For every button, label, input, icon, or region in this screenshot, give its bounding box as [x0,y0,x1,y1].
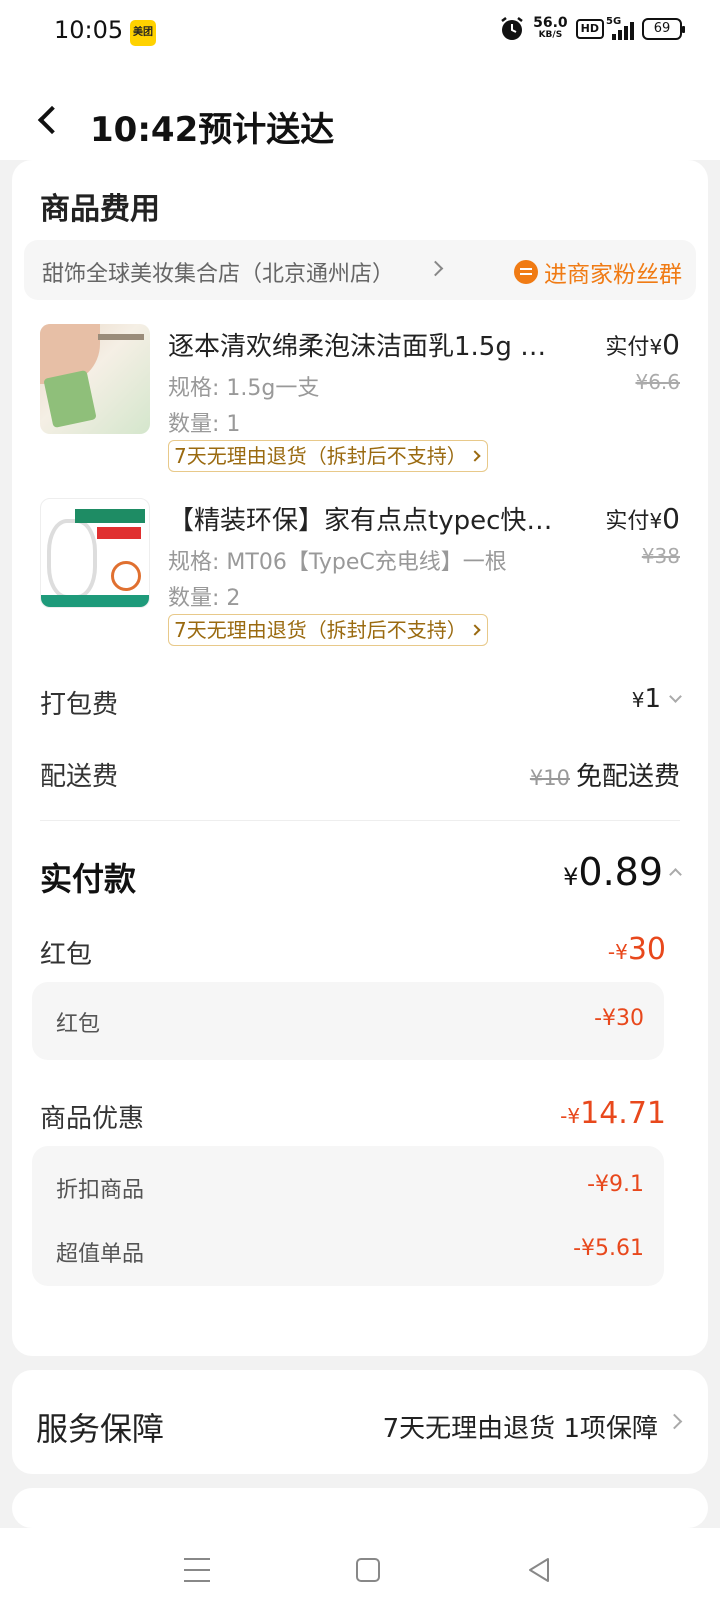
section-title: 商品费用 [40,192,160,227]
delivery-fee-value: ¥10 免配送费 [529,762,680,792]
header-bar: 10:42预计送达 [0,66,720,160]
fans-group-link[interactable]: 进商家粉丝群 [514,255,682,289]
divider [40,820,680,821]
product-discount-label: 商品优惠 [40,1104,145,1134]
product-image[interactable] [40,498,150,608]
fans-group-label: 进商家粉丝群 [544,262,682,288]
delivery-original-fee: ¥10 [529,766,570,790]
meituan-app-icon: 美团 [130,20,156,46]
product-spec: 规格: MT06【TypeC充电线】一根 [168,550,507,575]
status-indicators: 56.0 KB/S HD 5G 69 [499,15,685,42]
battery-icon: 69 [642,18,685,40]
refund-policy-label: 7天无理由退货（拆封后不支持） [174,444,467,468]
product-discount-row: 商品优惠 -¥14.71 [40,1096,680,1138]
back-arrow-icon[interactable] [37,105,67,135]
product-item[interactable]: 【精装环保】家有点点typec快充数据线 规格: MT06【TypeC充电线】一… [40,498,680,658]
paid-amount: 实付¥0 [605,328,680,361]
chevron-right-icon [469,624,481,636]
service-guarantee-value[interactable]: 7天无理由退货 1项保障 [383,1408,658,1445]
detail-label: 折扣商品 [56,1178,145,1203]
product-discount-value: -¥14.71 [560,1096,666,1131]
total-paid-row[interactable]: 实付款 ¥0.89 [40,850,682,904]
signal-icon: 5G [606,16,634,40]
product-item[interactable]: 逐本清欢绵柔泡沫洁面乳1.5g 一支 规格: 1.5g一支 数量: 1 7天无理… [40,324,680,484]
packing-fee-value[interactable]: ¥1 [632,684,682,714]
detail-label: 超值单品 [56,1242,145,1267]
total-paid-label: 实付款 [40,860,137,898]
chevron-down-icon [669,690,682,703]
refund-policy-tag[interactable]: 7天无理由退货（拆封后不支持） [168,440,488,472]
menu-icon[interactable] [184,1558,210,1582]
network-speed: 56.0 KB/S [533,15,568,40]
red-packet-detail-row: 红包 -¥30 [56,1006,644,1037]
discount-detail-row: 折扣商品 -¥9.1 [56,1172,644,1203]
red-packet-value: -¥30 [607,932,666,967]
store-row[interactable]: 甜饰全球美妆集合店（北京通州店） 进商家粉丝群 [24,240,696,300]
original-price: ¥6.6 [635,370,680,394]
product-discount-detail: 折扣商品 -¥9.1 超值单品 -¥5.61 [32,1146,664,1286]
detail-label: 红包 [56,1012,101,1037]
delivery-fee-row: 配送费 ¥10 免配送费 [40,756,680,796]
paid-amount: 实付¥0 [605,502,680,535]
page-title: 10:42预计送达 [90,110,335,150]
detail-value: -¥9.1 [587,1172,644,1197]
store-name[interactable]: 甜饰全球美妆集合店（北京通州店） [42,256,394,288]
status-bar: 10:05 美团 56.0 KB/S HD 5G 69 [0,0,720,66]
product-spec: 规格: 1.5g一支 [168,376,320,401]
original-price: ¥38 [641,544,680,568]
fee-card: 商品费用 甜饰全球美妆集合店（北京通州店） 进商家粉丝群 逐本清欢绵柔泡沫洁面乳… [12,160,708,1356]
red-packet-label: 红包 [40,940,93,970]
hd-icon: HD [575,19,604,39]
service-guarantee-card[interactable]: 服务保障 7天无理由退货 1项保障 [12,1370,708,1474]
detail-value: -¥5.61 [573,1236,644,1261]
product-image[interactable] [40,324,150,434]
chevron-right-icon [427,260,444,277]
delivery-fee-label: 配送费 [40,762,119,792]
chevron-up-icon [669,868,682,881]
next-card [12,1488,708,1528]
red-packet-row: 红包 -¥30 [40,932,680,974]
status-time: 10:05 [54,16,124,44]
system-nav-bar [0,1528,720,1612]
product-name: 【精装环保】家有点点typec快充数据线 [168,506,558,536]
packing-fee-label: 打包费 [40,690,119,720]
service-guarantee-label: 服务保障 [36,1410,165,1448]
packing-fee-row[interactable]: 打包费 ¥1 [40,684,682,724]
chevron-right-icon [666,1413,683,1430]
detail-value: -¥30 [594,1006,644,1031]
chevron-right-icon [469,450,481,462]
product-quantity: 数量: 1 [168,412,241,437]
product-quantity: 数量: 2 [168,586,241,611]
refund-policy-label: 7天无理由退货（拆封后不支持） [174,618,467,642]
red-packet-detail: 红包 -¥30 [32,982,664,1060]
total-paid-value[interactable]: ¥0.89 [563,850,682,894]
alarm-icon [501,17,523,40]
refund-policy-tag[interactable]: 7天无理由退货（拆封后不支持） [168,614,488,646]
discount-detail-row: 超值单品 -¥5.61 [56,1236,644,1267]
home-icon[interactable] [356,1558,380,1582]
chat-bubble-icon [514,260,538,284]
product-name: 逐本清欢绵柔泡沫洁面乳1.5g 一支 [168,332,558,362]
